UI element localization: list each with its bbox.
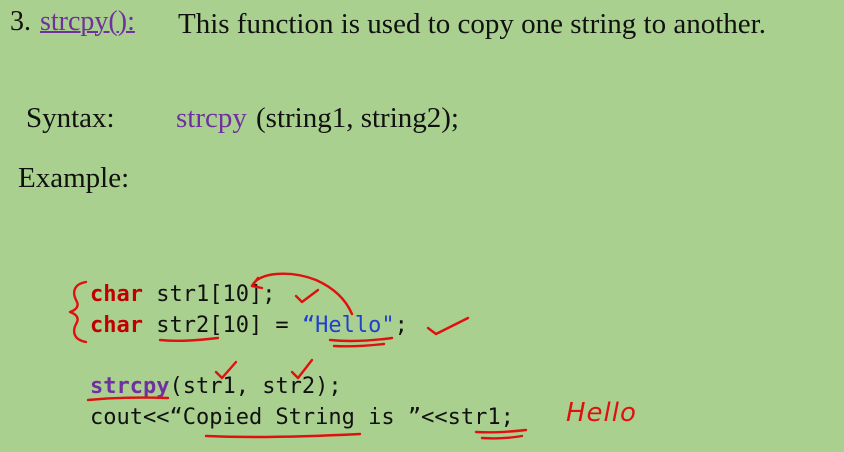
check-mark [426, 316, 470, 336]
example-label: Example: [18, 162, 130, 194]
underline-mark [204, 432, 362, 439]
code-text: str1[10]; [142, 282, 276, 307]
handwritten-annotation: Hello [566, 398, 637, 428]
code-string-literal: “Hello" [301, 313, 395, 338]
code-line-3: strcpy(str1, str2); [90, 374, 342, 399]
underline-mark [158, 336, 220, 343]
heading-description: This function is used to copy one string… [178, 8, 766, 40]
syntax-arguments: (string1, string2); [256, 102, 459, 134]
code-line-4: cout<<“Copied String is ”<<str1; [90, 405, 514, 430]
code-text: (str1, str2); [169, 374, 342, 399]
code-text: ; [394, 313, 408, 338]
underline-mark [332, 342, 386, 348]
heading-number: 3. [10, 6, 31, 37]
code-keyword: char [90, 313, 143, 338]
underline-mark [474, 428, 528, 434]
code-function: strcpy [90, 374, 170, 399]
heading-function-name: strcpy(): [40, 6, 135, 37]
brace-mark [68, 280, 88, 344]
syntax-label: Syntax: [26, 102, 115, 134]
code-keyword: char [90, 282, 143, 307]
code-text: str2[10] = [142, 313, 302, 338]
code-text: cout<<“Copied String is ”<<str1; [90, 405, 514, 430]
code-line-1: char str1[10]; [90, 282, 275, 307]
code-line-2: char str2[10] = “Hello"; [90, 313, 408, 338]
underline-mark [328, 336, 394, 343]
check-mark [294, 288, 320, 304]
underline-mark [480, 434, 524, 440]
syntax-function-name: strcpy [176, 102, 247, 134]
